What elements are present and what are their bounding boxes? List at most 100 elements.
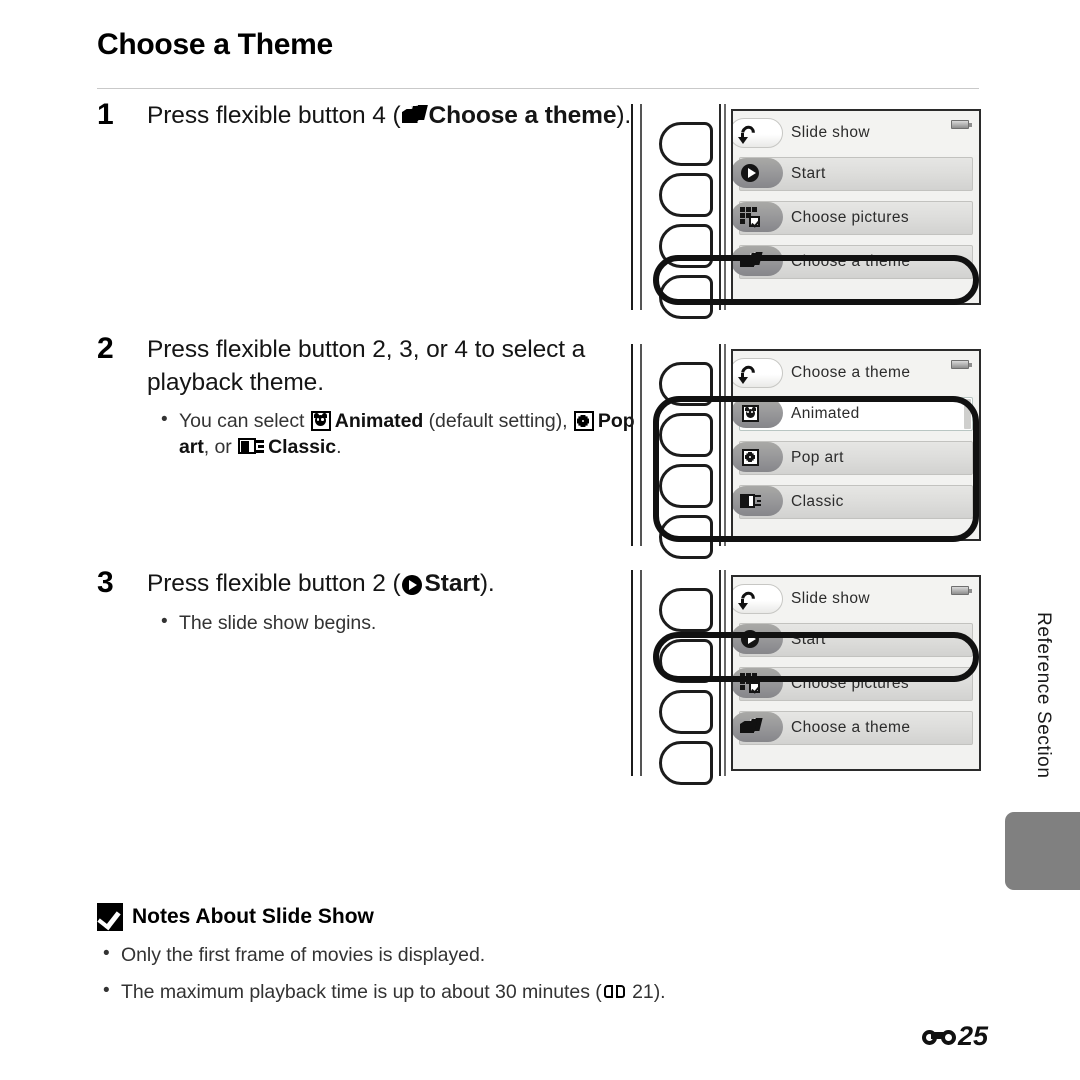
back-arrow-icon (738, 123, 760, 144)
play-icon (740, 629, 761, 649)
flexible-button-1[interactable] (659, 122, 713, 166)
menu-row-label: Choose a theme (791, 719, 911, 736)
title-divider (97, 88, 979, 89)
page-title: Choose a Theme (97, 28, 333, 61)
menu-row-choose-a-theme[interactable]: Choose a theme (733, 709, 975, 747)
menu-row-choose-pictures[interactable]: Choose pictures (733, 665, 975, 703)
bullet-bold-classic: Classic (268, 436, 337, 459)
menu-row-start[interactable]: Start (733, 621, 975, 659)
step-2-bullets: You can select Animated (default setting… (155, 407, 637, 460)
flexible-button-3[interactable] (659, 464, 713, 508)
menu-row-label: Choose pictures (791, 209, 910, 226)
flexible-button-column-1 (659, 122, 715, 326)
menu-row-classic[interactable]: Classic (733, 483, 975, 521)
row-icon-badge (733, 712, 783, 742)
play-icon (740, 163, 761, 183)
menu-row-start[interactable]: Start (733, 155, 975, 193)
flexible-button-column-3 (659, 588, 715, 792)
flexible-button-2[interactable] (659, 639, 713, 683)
grid-check-icon (740, 207, 761, 227)
reference-mark-icon (921, 1028, 956, 1046)
bullet-text-mid-1: (default setting), (423, 410, 573, 433)
flexible-button-3[interactable] (659, 224, 713, 268)
grid-check-icon (740, 673, 761, 693)
camera-body-edge (631, 570, 633, 776)
camera-body-edge-inner (640, 570, 642, 776)
menu-row-choose-a-theme[interactable]: Choose a theme (733, 243, 975, 281)
menu-row-choose-pictures[interactable]: Choose pictures (733, 199, 975, 237)
screen-1-title: Slide show (791, 124, 870, 141)
screen-3-title-bar: Slide show (733, 577, 979, 621)
step-3-text-bold: Start (424, 570, 480, 597)
step-3-text-pre: Press flexible button 2 ( (147, 570, 401, 597)
step-3: 3 Press flexible button 2 (Start). The s… (97, 568, 637, 636)
flexible-button-column-2 (659, 362, 715, 566)
screen-2-title-bar: Choose a theme (733, 351, 979, 395)
notes-heading: Notes About Slide Show (97, 903, 897, 931)
step-1-number: 1 (97, 98, 114, 131)
menu-row-label: Pop art (791, 449, 844, 466)
animated-icon (740, 403, 761, 423)
popart-icon (573, 411, 594, 432)
step-3-number: 3 (97, 566, 114, 599)
bullet-text-mid-2: , or (203, 436, 238, 459)
play-icon (401, 575, 422, 595)
folio-number: 25 (957, 1021, 988, 1051)
notes-bullet-2-pre: The maximum playback time is up to about… (121, 981, 602, 1004)
screen-3-title: Slide show (791, 590, 870, 607)
notes-bullet-2: The maximum playback time is up to about… (97, 978, 897, 1005)
back-arrow-icon (738, 589, 760, 610)
row-icon-badge (733, 668, 783, 698)
camera-screen-3: Slide show Start Choose pictures Choose … (731, 575, 981, 771)
step-2: 2 Press flexible button 2, 3, or 4 to se… (97, 334, 637, 460)
row-icon-badge (733, 202, 783, 232)
screen-bezel-rails (719, 344, 728, 546)
step-1-text-post: ). (616, 102, 632, 129)
camera-illustration-2: Choose a theme Animated Pop art Classic (631, 344, 981, 559)
row-icon-badge (733, 442, 783, 472)
flexible-button-1[interactable] (659, 588, 713, 632)
animated-icon (310, 411, 331, 432)
menu-row-label: Choose pictures (791, 675, 910, 692)
manual-page: Choose a Theme 1 Press flexible button 4… (0, 0, 1080, 1080)
row-icon-badge (733, 158, 783, 188)
theme-cards-icon (740, 717, 763, 737)
flexible-button-3[interactable] (659, 690, 713, 734)
popart-icon (740, 447, 761, 467)
step-3-instruction: Press flexible button 2 (Start). (147, 568, 637, 601)
row-icon-badge (733, 486, 783, 516)
flexible-button-2[interactable] (659, 173, 713, 217)
bullet-text-pre: You can select (179, 410, 310, 433)
flexible-button-4[interactable] (659, 275, 713, 319)
screen-1-title-bar: Slide show (733, 111, 979, 155)
reference-section-label: Reference Section (1033, 612, 1054, 779)
camera-screen-1: Slide show Start Choose pictures Choose … (731, 109, 981, 305)
title-icon-badge (733, 358, 783, 388)
scrollbar-thumb[interactable] (964, 399, 971, 429)
step-2-instruction: Press flexible button 2, 3, or 4 to sele… (147, 336, 586, 396)
notes-bullet-1: Only the first frame of movies is displa… (97, 941, 897, 968)
row-icon-badge (733, 624, 783, 654)
screen-2-title: Choose a theme (791, 364, 911, 381)
row-icon-badge (733, 398, 783, 428)
classic-icon (238, 437, 265, 456)
title-icon-badge (733, 584, 783, 614)
flexible-button-4[interactable] (659, 515, 713, 559)
theme-cards-icon (740, 251, 763, 271)
battery-icon (951, 120, 972, 129)
menu-row-animated[interactable]: Animated (733, 395, 975, 433)
step-2-number: 2 (97, 332, 114, 365)
camera-illustration-1: Slide show Start Choose pictures Choose … (631, 104, 981, 319)
step-1: 1 Press flexible button 4 (Choose a them… (97, 100, 637, 133)
flexible-button-2[interactable] (659, 413, 713, 457)
title-icon-badge (733, 118, 783, 148)
flexible-button-4[interactable] (659, 741, 713, 785)
section-thumb-tab (1005, 812, 1080, 890)
notes-heading-text: Notes About Slide Show (132, 905, 374, 928)
flexible-button-1[interactable] (659, 362, 713, 406)
classic-icon (740, 491, 761, 511)
step-2-bullet-1: You can select Animated (default setting… (155, 407, 637, 460)
battery-icon (951, 360, 972, 369)
menu-row-pop-art[interactable]: Pop art (733, 439, 975, 477)
camera-body-edge (631, 344, 633, 546)
